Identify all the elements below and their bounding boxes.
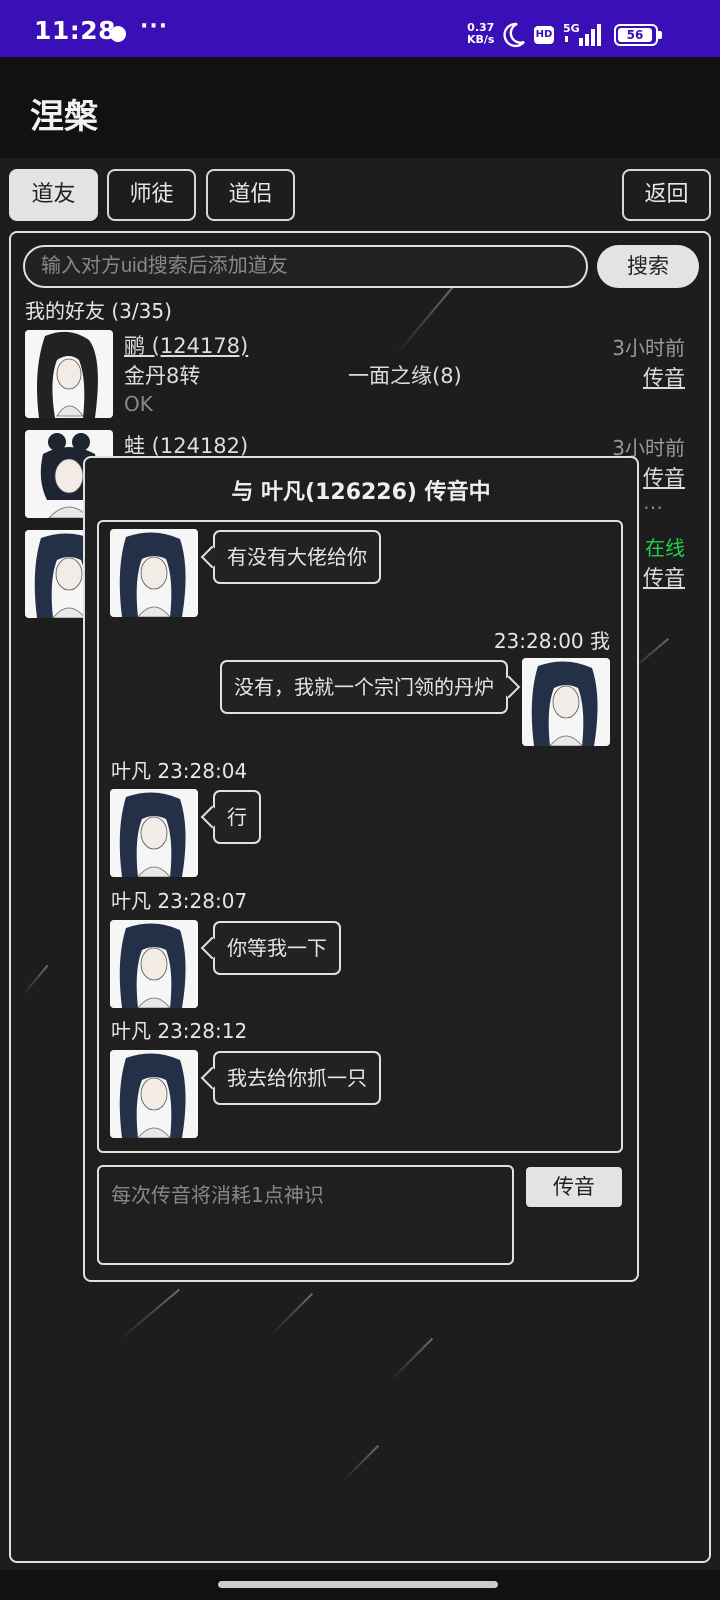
status-time: 11:28 <box>34 16 117 45</box>
more-notifications-icon: ··· <box>140 14 169 39</box>
home-indicator[interactable] <box>218 1581 498 1588</box>
whisper-button[interactable]: 传音 <box>643 362 685 392</box>
friend-relation: 一面之缘(8) <box>348 364 462 388</box>
signal-5g-icon: 5G <box>563 22 601 46</box>
app-root: 11:28 ··· 0.37 KB/s HD 5G 56 涅槃 道友 师徒 道侣… <box>0 0 720 1600</box>
friend-online-status: 在线 <box>645 536 685 560</box>
tab-mentor[interactable]: 师徒 <box>107 169 196 221</box>
friend-last-active: 3小时前 <box>612 336 685 360</box>
send-whisper-button[interactable]: 传音 <box>526 1167 622 1207</box>
friend-rank: 金丹8转 <box>124 364 201 388</box>
chat-bubble: 有没有大佬给你 <box>213 530 381 584</box>
avatar[interactable] <box>110 789 198 877</box>
status-bar: 11:28 ··· 0.37 KB/s HD 5G 56 <box>0 0 720 57</box>
whisper-button[interactable]: 传音 <box>643 562 685 592</box>
message-meta: 叶凡 23:28:07 <box>111 889 248 913</box>
svg-text:5G: 5G <box>563 22 580 35</box>
moon-icon <box>503 22 525 48</box>
avatar[interactable] <box>110 1050 198 1138</box>
network-speed: 0.37 KB/s <box>467 22 494 46</box>
app-header: 涅槃 <box>0 57 720 158</box>
search-input[interactable] <box>23 245 588 288</box>
friend-last-message: OK <box>124 392 153 416</box>
friend-name[interactable]: 鹂 (124178) <box>124 330 248 360</box>
tab-partner[interactable]: 道侣 <box>206 169 295 221</box>
tab-friends[interactable]: 道友 <box>9 169 98 221</box>
chat-bubble: 我去给你抓一只 <box>213 1051 381 1105</box>
notification-dot-icon <box>110 26 126 42</box>
page-title: 涅槃 <box>30 97 98 137</box>
avatar[interactable] <box>110 920 198 1008</box>
avatar[interactable] <box>110 529 198 617</box>
chat-bubble: 没有，我就一个宗门领的丹炉 <box>220 660 508 714</box>
chat-bubble: 行 <box>213 790 261 844</box>
dialog-title: 与 叶凡(126226) 传音中 <box>231 480 491 505</box>
message-meta: 叶凡 23:28:12 <box>111 1019 248 1043</box>
search-button[interactable]: 搜索 <box>597 245 699 288</box>
network-speed-unit: KB/s <box>467 33 495 46</box>
message-meta: 23:28:00 我 <box>493 629 610 653</box>
avatar[interactable] <box>25 330 113 418</box>
message-meta: 叶凡 23:28:04 <box>111 759 248 783</box>
hd-icon: HD <box>534 26 554 44</box>
battery-level: 56 <box>618 28 652 42</box>
avatar[interactable] <box>522 658 610 746</box>
whisper-message-input[interactable] <box>97 1165 514 1265</box>
friends-count-heading: 我的好友 (3/35) <box>25 299 172 323</box>
chat-bubble: 你等我一下 <box>213 921 341 975</box>
battery-icon: 56 <box>614 24 662 46</box>
back-button[interactable]: 返回 <box>622 169 711 221</box>
